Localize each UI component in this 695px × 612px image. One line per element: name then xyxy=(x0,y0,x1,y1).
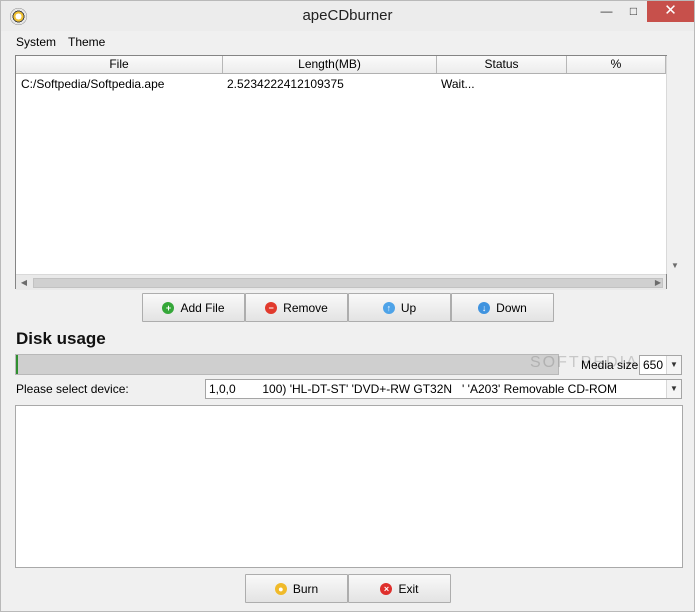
maximize-button[interactable]: □ xyxy=(620,1,647,22)
up-button[interactable]: ↑ Up xyxy=(348,293,451,322)
device-label: Please select device: xyxy=(16,382,129,396)
up-label: Up xyxy=(400,300,417,315)
chevron-down-icon[interactable]: ▼ xyxy=(666,356,681,374)
horizontal-scrollbar[interactable]: ◀ ▶ xyxy=(16,274,666,290)
column-percent-header[interactable]: % xyxy=(567,56,666,73)
device-select[interactable]: 1,0,0 100) 'HL-DT-ST' 'DVD+-RW GT32N ' '… xyxy=(205,379,682,399)
stop-icon: × xyxy=(380,582,393,595)
length-cell: 2.5234222412109375 xyxy=(227,77,344,91)
up-arrow-icon: ↑ xyxy=(382,301,395,314)
down-button[interactable]: ↓ Down xyxy=(451,293,554,322)
title-bar[interactable]: apeCDburner — □ ✕ xyxy=(1,1,694,31)
disk-usage-fill xyxy=(16,355,19,374)
burn-disc-icon: ● xyxy=(274,582,287,595)
device-value: 1,0,0 100) 'HL-DT-ST' 'DVD+-RW GT32N ' '… xyxy=(209,382,617,396)
disk-usage-heading: Disk usage xyxy=(16,329,106,348)
window-title: apeCDburner xyxy=(302,7,393,24)
file-list-header: File Length(MB) Status % xyxy=(16,56,666,74)
remove-button[interactable]: − Remove xyxy=(245,293,348,322)
menu-system[interactable]: System xyxy=(16,35,56,49)
disk-usage-progress-bar xyxy=(15,354,559,375)
minimize-button[interactable]: — xyxy=(593,1,620,22)
add-file-label: Add File xyxy=(180,300,225,315)
column-length-header[interactable]: Length(MB) xyxy=(223,56,437,73)
close-button[interactable]: ✕ xyxy=(647,1,694,22)
scroll-down-arrow-icon[interactable]: ▼ xyxy=(667,258,683,274)
table-row[interactable]: C:/Softpedia/Softpedia.ape 2.52342224121… xyxy=(16,77,666,93)
remove-label: Remove xyxy=(283,300,328,315)
menu-bar: System Theme xyxy=(1,31,694,52)
scroll-left-arrow-icon[interactable]: ◀ xyxy=(16,275,32,291)
output-log-area[interactable] xyxy=(15,405,683,568)
media-size-label: Media size: xyxy=(581,358,642,372)
burn-button[interactable]: ● Burn xyxy=(245,574,348,603)
chevron-down-icon[interactable]: ▼ xyxy=(666,380,681,398)
down-arrow-icon: ↓ xyxy=(478,301,491,314)
plus-icon: + xyxy=(162,301,175,314)
burn-label: Burn xyxy=(292,581,319,596)
exit-label: Exit xyxy=(398,581,419,596)
status-cell: Wait... xyxy=(441,77,475,91)
app-window: apeCDburner — □ ✕ System Theme File Leng… xyxy=(0,0,695,612)
media-size-select[interactable]: 650 ▼ xyxy=(639,355,682,375)
horizontal-scroll-thumb[interactable] xyxy=(33,278,663,288)
file-path-cell: C:/Softpedia/Softpedia.ape xyxy=(21,77,165,91)
vertical-scrollbar[interactable]: ▼ xyxy=(666,56,682,274)
add-file-button[interactable]: + Add File xyxy=(142,293,245,322)
menu-theme[interactable]: Theme xyxy=(68,35,105,49)
file-list[interactable]: File Length(MB) Status % C:/Softpedia/So… xyxy=(15,55,682,290)
media-size-value: 650 xyxy=(643,358,664,372)
column-file-header[interactable]: File xyxy=(16,56,223,73)
scroll-right-arrow-icon[interactable]: ▶ xyxy=(650,275,666,291)
column-status-header[interactable]: Status xyxy=(437,56,567,73)
minus-icon: − xyxy=(265,301,278,314)
exit-button[interactable]: × Exit xyxy=(348,574,451,603)
down-label: Down xyxy=(496,300,527,315)
